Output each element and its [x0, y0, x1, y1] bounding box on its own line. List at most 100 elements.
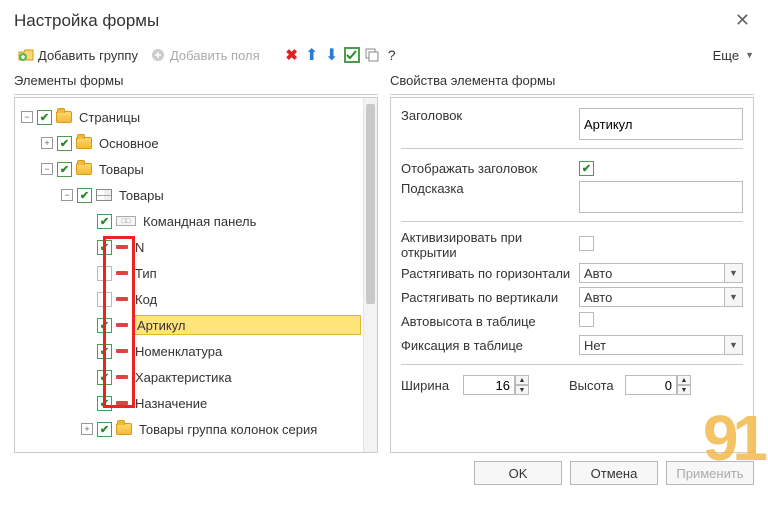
tree-label: Основное	[96, 135, 162, 152]
copy-icon[interactable]	[364, 47, 380, 63]
checkbox[interactable]	[97, 370, 112, 385]
add-group-button[interactable]: Добавить группу	[14, 45, 142, 65]
tree-row-nom[interactable]: Номенклатура	[17, 338, 361, 364]
checkbox[interactable]	[97, 240, 112, 255]
prop-width-label: Ширина	[401, 378, 463, 393]
more-label: Еще	[713, 48, 739, 63]
prop-autoheight-label: Автовысота в таблице	[401, 314, 579, 329]
tree-row-art[interactable]: Артикул	[17, 312, 361, 338]
prop-caption-input[interactable]	[579, 108, 743, 140]
folder-icon	[56, 111, 72, 123]
checkbox[interactable]	[97, 422, 112, 437]
add-fields-label: Добавить поля	[170, 48, 260, 63]
prop-height-input[interactable]	[625, 375, 677, 395]
tree-label: Товары	[96, 161, 147, 178]
tree-row-type[interactable]: Тип	[17, 260, 361, 286]
tree-label: Характеристика	[132, 369, 235, 386]
prop-stretch-v-value: Авто	[579, 287, 725, 307]
checkbox[interactable]	[97, 318, 112, 333]
checkbox[interactable]	[57, 136, 72, 151]
prop-height-label: Высота	[569, 378, 625, 393]
prop-caption-label: Заголовок	[401, 108, 579, 123]
ok-button[interactable]: OK	[474, 461, 562, 485]
prop-show-caption-checkbox[interactable]	[579, 161, 594, 176]
table-icon	[96, 189, 112, 201]
field-icon	[116, 349, 128, 353]
move-up-icon[interactable]: ⬆	[304, 47, 320, 63]
tree-label: Товары группа колонок серия	[136, 421, 320, 438]
more-button[interactable]: Еще ▼	[713, 48, 754, 63]
prop-stretch-h-value: Авто	[579, 263, 725, 283]
add-fields-button[interactable]: Добавить поля	[146, 45, 264, 65]
field-icon	[116, 271, 128, 275]
prop-fixation-value: Нет	[579, 335, 725, 355]
tree-label: Командная панель	[140, 213, 259, 230]
dropdown-icon[interactable]: ▼	[725, 263, 743, 283]
field-icon	[116, 297, 128, 301]
tree-label: Артикул	[132, 315, 361, 335]
checkbox[interactable]	[77, 188, 92, 203]
prop-autoheight-checkbox[interactable]	[579, 312, 594, 327]
tree-row-goods-table[interactable]: − Товары	[17, 182, 361, 208]
tree-row-char[interactable]: Характеристика	[17, 364, 361, 390]
plus-circle-icon	[150, 47, 166, 63]
spin-up-icon[interactable]: ▲	[515, 375, 529, 385]
dropdown-icon[interactable]: ▼	[725, 335, 743, 355]
checkbox[interactable]	[57, 162, 72, 177]
delete-icon[interactable]: ✖	[284, 47, 300, 63]
prop-width-input[interactable]	[463, 375, 515, 395]
help-icon[interactable]: ?	[384, 47, 400, 63]
tree-row-purpose[interactable]: Назначение	[17, 390, 361, 416]
tree-label: Номенклатура	[132, 343, 225, 360]
folder-icon	[76, 137, 92, 149]
prop-stretch-h-label: Растягивать по горизонтали	[401, 266, 579, 281]
tree-row-n[interactable]: N	[17, 234, 361, 260]
checkbox[interactable]	[97, 396, 112, 411]
cancel-button[interactable]: Отмена	[570, 461, 658, 485]
tree-row-cmd[interactable]: □□Командная панель	[17, 208, 361, 234]
window-title: Настройка формы	[14, 11, 159, 31]
checkbox[interactable]	[97, 344, 112, 359]
spin-down-icon[interactable]: ▼	[677, 385, 691, 395]
tree-row-main[interactable]: + Основное	[17, 130, 361, 156]
spin-up-icon[interactable]: ▲	[677, 375, 691, 385]
tree-scrollbar[interactable]	[363, 98, 377, 452]
tree-row-group-cols[interactable]: + Товары группа колонок серия	[17, 416, 361, 442]
tree-label: Товары	[116, 187, 167, 204]
apply-button[interactable]: Применить	[666, 461, 754, 485]
tree-row-code[interactable]: Код	[17, 286, 361, 312]
close-icon[interactable]: ✕	[731, 10, 754, 31]
prop-hint-label: Подсказка	[401, 181, 579, 196]
tree-label: Код	[132, 291, 160, 308]
checkbox[interactable]	[37, 110, 52, 125]
collapse-icon[interactable]: −	[41, 163, 53, 175]
prop-hint-input[interactable]	[579, 181, 743, 213]
tree-label: N	[132, 239, 147, 256]
add-group-label: Добавить группу	[38, 48, 138, 63]
tree-label: Тип	[132, 265, 160, 282]
expand-icon[interactable]: +	[41, 137, 53, 149]
form-elements-tree[interactable]: − Страницы + Основное − Товары − Товары □□Ко…	[15, 98, 363, 452]
scroll-thumb[interactable]	[366, 104, 375, 304]
prop-show-caption-label: Отображать заголовок	[401, 161, 579, 176]
checkbox[interactable]	[97, 292, 112, 307]
folder-icon	[76, 163, 92, 175]
field-icon	[116, 245, 128, 249]
dropdown-icon[interactable]: ▼	[725, 287, 743, 307]
tree-row-goods[interactable]: − Товары	[17, 156, 361, 182]
tree-label: Страницы	[76, 109, 143, 126]
check-all-icon[interactable]	[344, 47, 360, 63]
tree-row-pages[interactable]: − Страницы	[17, 104, 361, 130]
folder-icon	[116, 423, 132, 435]
prop-fixation-label: Фиксация в таблице	[401, 338, 579, 353]
expand-icon[interactable]: +	[81, 423, 93, 435]
checkbox[interactable]	[97, 266, 112, 281]
prop-activate-checkbox[interactable]	[579, 236, 594, 251]
spin-down-icon[interactable]: ▼	[515, 385, 529, 395]
tree-label: Назначение	[132, 395, 210, 412]
collapse-icon[interactable]: −	[61, 189, 73, 201]
checkbox[interactable]	[97, 214, 112, 229]
collapse-icon[interactable]: −	[21, 111, 33, 123]
move-down-icon[interactable]: ⬇	[324, 47, 340, 63]
field-icon	[116, 401, 128, 405]
